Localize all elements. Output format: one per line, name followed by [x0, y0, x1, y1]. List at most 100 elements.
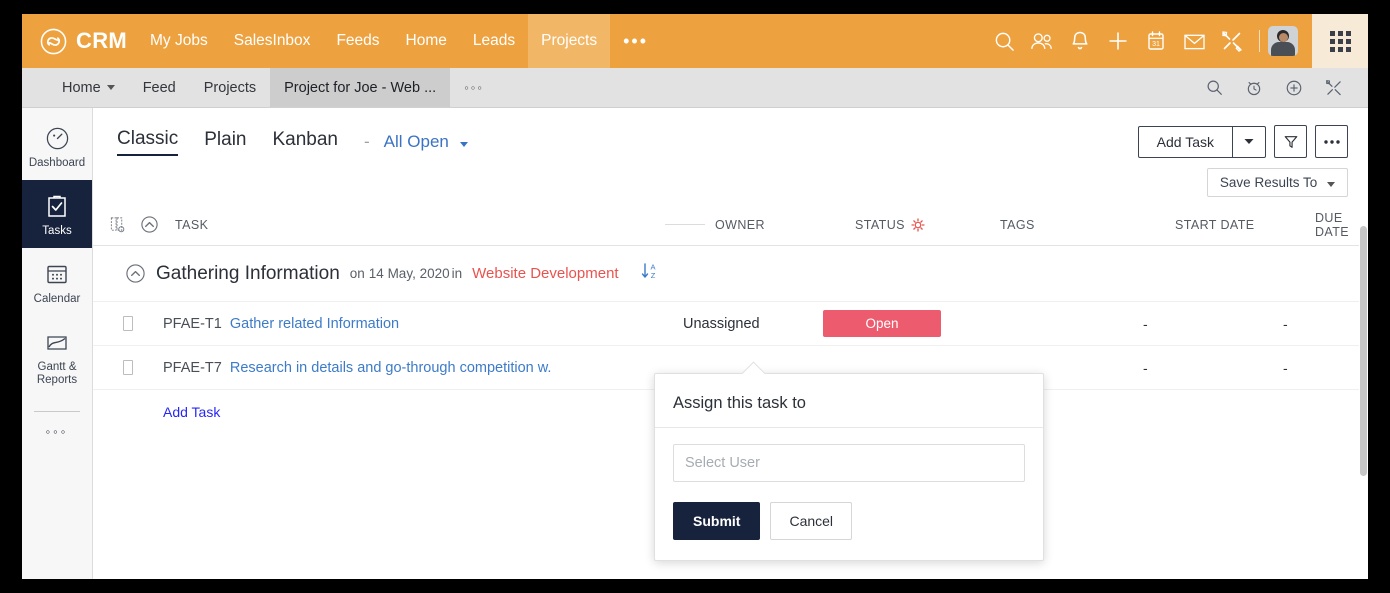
- column-settings-icon[interactable]: [101, 216, 133, 233]
- chevron-down-icon: [106, 85, 115, 90]
- owner-cell[interactable]: Unassigned: [683, 316, 823, 332]
- task-cell: PFAE-T1 Gather related Information: [133, 316, 633, 332]
- chevron-down-icon: [1244, 139, 1254, 144]
- global-header: CRM My Jobs SalesInbox Feeds Home Leads …: [22, 14, 1368, 68]
- add-circle-icon[interactable]: [1274, 68, 1314, 108]
- collapse-chevron-icon[interactable]: [125, 263, 146, 284]
- column-header-tags[interactable]: TAGS: [1000, 218, 1175, 232]
- calendar-icon: [24, 260, 90, 288]
- header-spacer: [661, 14, 985, 68]
- sidebar-more-button[interactable]: ◦◦◦: [22, 412, 92, 451]
- row-spacer: [633, 323, 673, 324]
- tab-plain[interactable]: Plain: [204, 129, 246, 155]
- task-title-link[interactable]: Research in details and go-through compe…: [230, 360, 552, 376]
- sidebar-label-dashboard: Dashboard: [28, 157, 86, 169]
- add-task-split-button[interactable]: Add Task: [1137, 125, 1266, 158]
- select-user-input[interactable]: [673, 444, 1025, 482]
- sort-az-icon[interactable]: A Z: [641, 261, 659, 286]
- start-date-cell[interactable]: -: [1143, 316, 1283, 332]
- view-switcher-bar: Classic Plain Kanban - All Open Add Task: [93, 108, 1368, 158]
- inline-add-task-link[interactable]: Add Task: [163, 404, 220, 420]
- table-row: PFAE-T1 Gather related Information Unass…: [93, 302, 1368, 346]
- column-header-start-date[interactable]: START DATE: [1175, 218, 1315, 232]
- header-divider: [1259, 30, 1260, 52]
- search-icon[interactable]: [985, 14, 1023, 68]
- tools-setup-icon[interactable]: [1314, 68, 1354, 108]
- column-header-owner[interactable]: OWNER: [715, 218, 855, 232]
- column-header-status[interactable]: STATUS: [855, 218, 1000, 232]
- tab-kanban[interactable]: Kanban: [272, 129, 338, 155]
- timer-alarm-icon[interactable]: [1234, 68, 1274, 108]
- subnav-current-project-tab[interactable]: Project for Joe - Web ...: [270, 68, 451, 107]
- subnav-more-button[interactable]: ◦◦◦: [450, 68, 498, 107]
- svg-text:Z: Z: [650, 271, 655, 280]
- calendar-31-icon[interactable]: 31: [1137, 14, 1175, 68]
- brand-title: CRM: [76, 28, 128, 53]
- svg-text:31: 31: [1152, 41, 1160, 48]
- tools-setup-icon[interactable]: [1213, 14, 1251, 68]
- infinity-logo-icon: [40, 28, 67, 54]
- filter-all-open-dropdown[interactable]: All Open: [384, 132, 468, 152]
- brand-logo-area[interactable]: CRM: [22, 14, 137, 68]
- collapse-all-icon[interactable]: [133, 215, 165, 234]
- mail-envelope-icon[interactable]: [1175, 14, 1213, 68]
- due-date-cell[interactable]: -: [1283, 360, 1368, 376]
- sidebar-item-gantt-reports[interactable]: Gantt & Reports: [22, 316, 92, 397]
- subnav-icons: [1194, 68, 1368, 107]
- nav-projects[interactable]: Projects: [528, 14, 611, 68]
- milestone-date-prefix: on: [349, 266, 365, 281]
- submit-button[interactable]: Submit: [673, 502, 761, 540]
- start-date-cell[interactable]: -: [1143, 360, 1283, 376]
- add-task-button[interactable]: Add Task: [1139, 127, 1232, 157]
- status-settings-gear-icon[interactable]: [911, 217, 925, 232]
- cancel-button[interactable]: Cancel: [770, 502, 853, 540]
- user-avatar[interactable]: [1268, 26, 1298, 56]
- milestone-project-link[interactable]: Website Development: [472, 265, 618, 282]
- nav-my-jobs[interactable]: My Jobs: [137, 14, 221, 68]
- row-checkbox[interactable]: [123, 360, 133, 375]
- more-options-button[interactable]: [1315, 125, 1348, 158]
- add-task-dropdown-toggle[interactable]: [1232, 126, 1265, 157]
- add-plus-icon[interactable]: [1099, 14, 1137, 68]
- vertical-scrollbar[interactable]: [1359, 108, 1368, 579]
- app-grid-icon[interactable]: [1312, 14, 1368, 68]
- tab-classic[interactable]: Classic: [117, 128, 179, 156]
- column-header-task[interactable]: TASK: [165, 218, 665, 232]
- subnav-spacer: [498, 68, 1194, 107]
- nav-salesinbox[interactable]: SalesInbox: [221, 14, 324, 68]
- sidebar-item-tasks[interactable]: Tasks: [22, 180, 92, 248]
- subnav-home[interactable]: Home: [22, 68, 129, 107]
- row-select-cell: [101, 316, 133, 331]
- app-window: CRM My Jobs SalesInbox Feeds Home Leads …: [22, 14, 1368, 579]
- popup-actions: Submit Cancel: [673, 502, 1025, 540]
- sidebar-label-gantt-reports: Gantt & Reports: [36, 361, 78, 386]
- contacts-icon[interactable]: [1023, 14, 1061, 68]
- global-header-icons: 31: [985, 14, 1312, 68]
- nav-home[interactable]: Home: [393, 14, 460, 68]
- scrollbar-thumb[interactable]: [1360, 226, 1367, 476]
- status-badge[interactable]: Open: [823, 310, 941, 337]
- tasks-content: Classic Plain Kanban - All Open Add Task: [93, 108, 1368, 579]
- assign-task-popup: Assign this task to Submit Cancel: [654, 361, 1044, 561]
- milestone-group-row: Gathering Information on 14 May, 2020 in…: [93, 246, 1368, 302]
- sidebar-item-dashboard[interactable]: Dashboard: [22, 112, 92, 180]
- sidebar-item-calendar[interactable]: Calendar: [22, 248, 92, 316]
- subnav-projects[interactable]: Projects: [190, 68, 270, 107]
- chevron-down-icon: [1327, 182, 1335, 187]
- search-icon[interactable]: [1194, 68, 1234, 108]
- view-separator: -: [364, 132, 370, 151]
- filter-button[interactable]: [1274, 125, 1307, 158]
- nav-leads[interactable]: Leads: [460, 14, 528, 68]
- row-checkbox[interactable]: [123, 316, 133, 331]
- subnav-feed[interactable]: Feed: [129, 68, 190, 107]
- due-date-cell[interactable]: -: [1283, 316, 1368, 332]
- status-cell: Open: [823, 310, 968, 337]
- nav-more-button[interactable]: •••: [610, 14, 661, 68]
- task-cell: PFAE-T7 Research in details and go-throu…: [133, 360, 633, 376]
- popup-body: Submit Cancel: [655, 428, 1043, 560]
- save-results-to-dropdown[interactable]: Save Results To: [1206, 168, 1348, 197]
- task-title-link[interactable]: Gather related Information: [230, 316, 399, 332]
- nav-feeds[interactable]: Feeds: [323, 14, 392, 68]
- notifications-bell-icon[interactable]: [1061, 14, 1099, 68]
- column-resize-handle[interactable]: [665, 224, 705, 225]
